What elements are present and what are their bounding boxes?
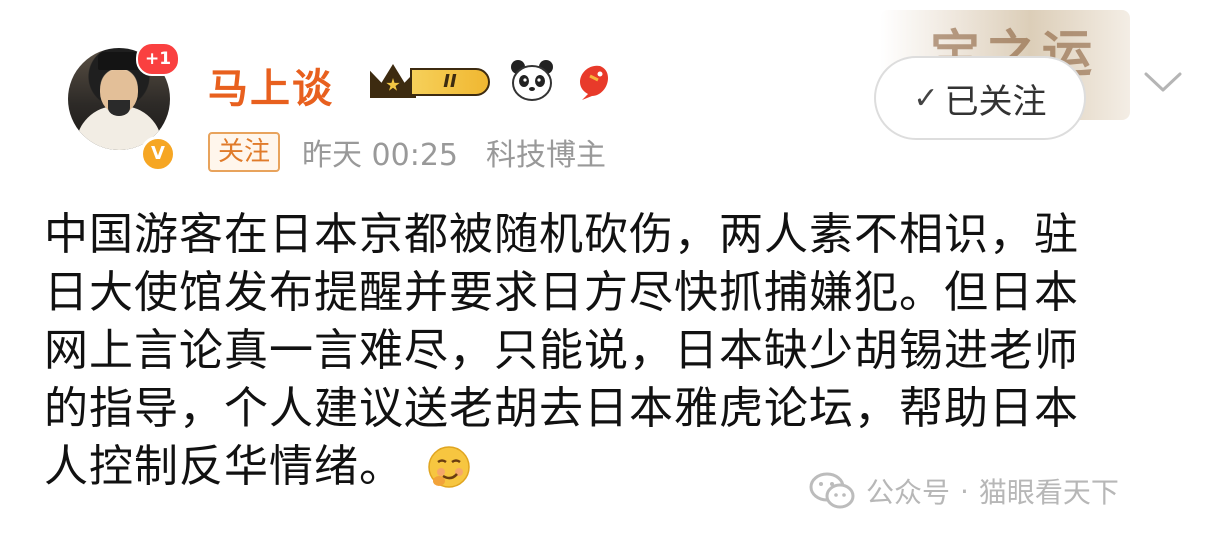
watermark-account: 猫眼看天下 — [978, 476, 1119, 509]
post-line: 网上言论真一言难尽，只能说，日本缺少胡锡进老师 — [44, 325, 1079, 376]
wechat-icon — [809, 472, 855, 509]
notification-badge: +1 — [136, 42, 180, 76]
verified-badge: V — [140, 136, 176, 172]
weibo-post: +1 V 马上谈 II 关注 昨天 00:25 科技博主 宝之运 ✓ 已关注 中… — [0, 0, 1216, 537]
post-line: 人控制反华情绪。 — [44, 441, 404, 492]
watermark-separator: · — [960, 474, 969, 508]
follow-tag[interactable]: 关注 — [208, 132, 281, 172]
watermark: 公众号 · 猫眼看天下 — [808, 468, 1119, 514]
vip-level-label: II — [410, 68, 490, 96]
vip-badge[interactable]: II — [370, 62, 494, 100]
post-meta: 关注 昨天 00:25 科技博主 — [208, 132, 607, 173]
check-icon: ✓ — [913, 80, 939, 116]
post-body: 中国游客在日本京都被随机砍伤，两人素不相识，驻 日大使馆发布提醒并要求日方尽快抓… — [44, 206, 1174, 496]
avatar-container[interactable]: +1 V — [68, 42, 180, 174]
post-line: 日大使馆发布提醒并要求日方尽快抓捕嫌犯。但日本 — [44, 267, 1079, 318]
post-time: 昨天 00:25 — [302, 138, 459, 173]
smirk-emoji-icon — [428, 446, 470, 488]
post-line: 的指导，个人建议送老胡去日本雅虎论坛，帮助日本 — [44, 383, 1079, 434]
user-role: 科技博主 — [486, 138, 607, 173]
koi-fish-icon[interactable] — [570, 58, 614, 102]
followed-label: 已关注 — [944, 81, 1047, 122]
followed-button[interactable]: ✓ 已关注 — [874, 56, 1086, 140]
username[interactable]: 马上谈 — [208, 56, 334, 114]
panda-icon[interactable] — [508, 58, 556, 102]
post-line: 中国游客在日本京都被随机砍伤，两人素不相识，驻 — [44, 209, 1079, 260]
watermark-label: 公众号 — [866, 476, 951, 509]
chevron-down-icon[interactable] — [1138, 62, 1188, 102]
